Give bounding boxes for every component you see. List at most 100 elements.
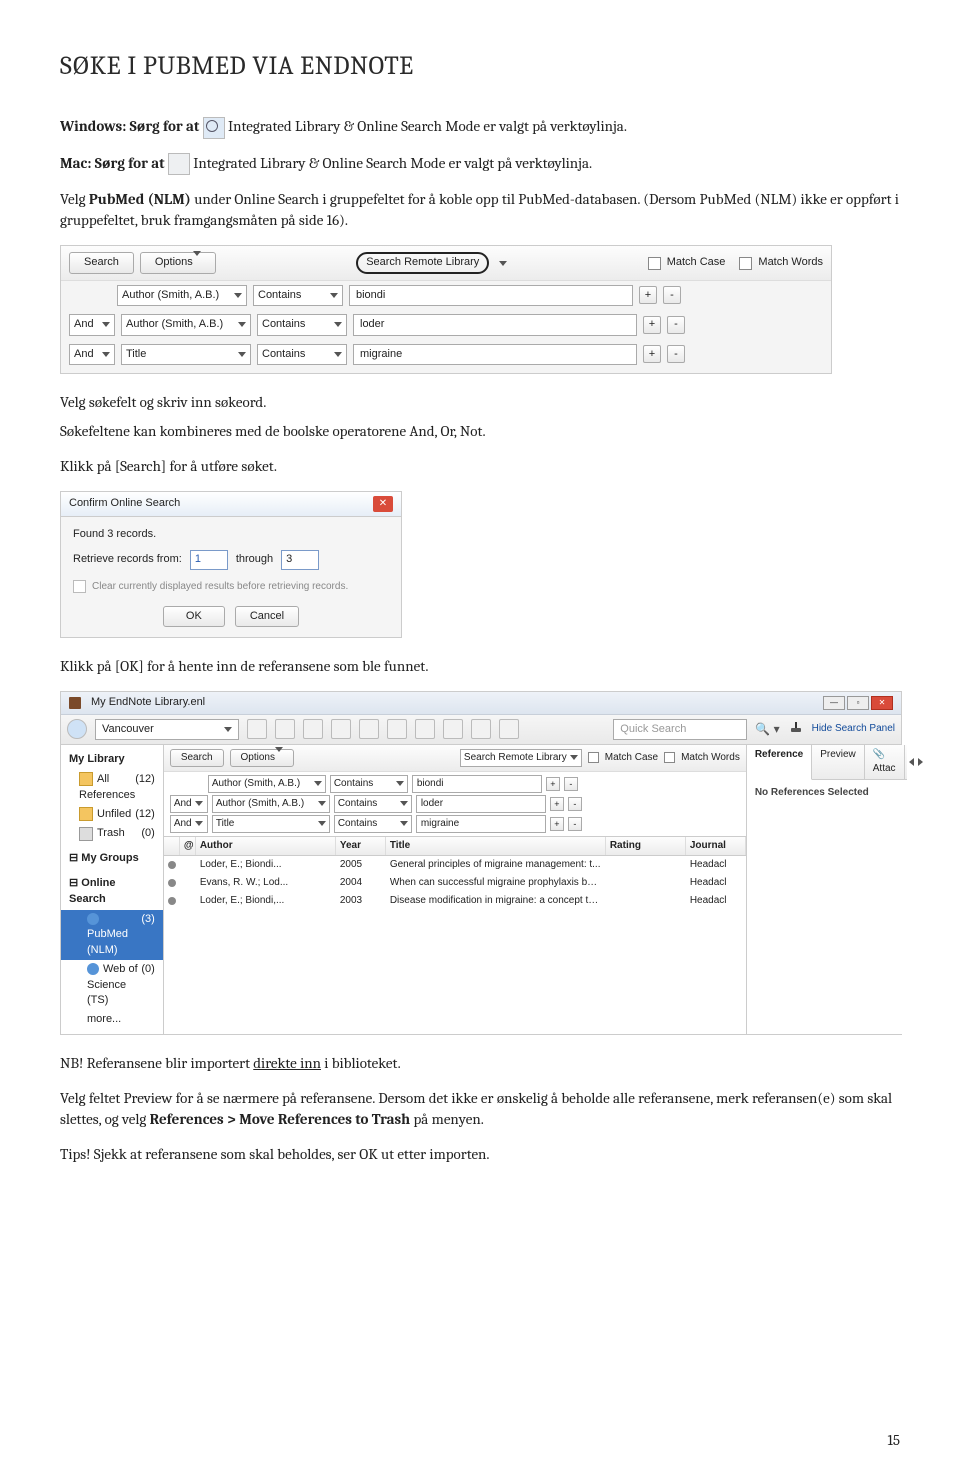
remove-row-button[interactable]: - [667,316,685,334]
toolbar-icon[interactable] [275,719,295,739]
condition-dropdown[interactable]: Contains [330,775,408,793]
sidebar-header-groups: ⊟ My Groups [61,848,163,869]
para-nb: NB! Referansene blir importert direkte i… [60,1053,900,1074]
match-case-checkbox[interactable] [588,752,599,763]
add-row-button[interactable]: + [643,345,661,363]
col-rating[interactable]: Rating [606,837,686,855]
condition-dropdown[interactable]: Contains [257,314,347,335]
globe-icon [87,913,99,925]
search-value-input[interactable]: loder [416,795,546,813]
search-button[interactable]: Search [69,252,134,273]
search-icon[interactable]: 🔍 ▾ [755,721,779,738]
result-row[interactable]: Loder, E.; Biondi,...2003Disease modific… [164,892,746,910]
col-year[interactable]: Year [336,837,386,855]
field-dropdown[interactable]: Author (Smith, A.B.) [212,795,330,813]
toolbar-icon[interactable] [247,719,267,739]
style-dropdown[interactable]: Vancouver [95,719,239,740]
sidebar-item-unfiled[interactable]: Unfiled(12) [61,805,163,824]
match-case-checkbox[interactable] [648,257,661,270]
integrated-mode-windows-icon [203,117,225,139]
label-windows: Windows: Sørg for at [60,117,203,135]
maximize-button[interactable]: ▫ [847,696,869,710]
result-row[interactable]: Loder, E.; Biondi...2005General principl… [164,856,746,874]
field-dropdown[interactable]: Author (Smith, A.B.) [121,314,251,335]
condition-dropdown[interactable]: Contains [334,795,412,813]
remove-row-button[interactable]: - [667,345,685,363]
add-row-button[interactable]: + [550,797,564,811]
toolbar-icon[interactable] [499,719,519,739]
match-words-checkbox[interactable] [664,752,675,763]
options-button[interactable]: Options [230,749,294,767]
hide-search-panel-link[interactable]: Hide Search Panel [812,722,895,736]
tab-reference[interactable]: Reference [747,745,812,780]
remove-row-button[interactable]: - [568,797,582,811]
prev-icon[interactable] [909,758,914,766]
operator-dropdown[interactable]: And [170,815,208,833]
minimize-button[interactable]: — [823,696,845,710]
operator-dropdown[interactable]: And [170,795,208,813]
add-row-button[interactable]: + [546,777,560,791]
search-value-input[interactable]: migraine [353,344,637,365]
caret-icon [102,352,110,357]
search-mode-dropdown[interactable]: Search Remote Library [356,252,489,273]
condition-dropdown[interactable]: Contains [253,285,343,306]
sidebar-item-pubmed[interactable]: PubMed (NLM)(3) [61,910,163,960]
remove-row-button[interactable]: - [568,817,582,831]
quick-search-input[interactable]: Quick Search [613,719,747,740]
match-words-checkbox[interactable] [739,257,752,270]
caret-icon [570,755,578,760]
col-journal[interactable]: Journal [686,837,746,855]
search-value-input[interactable]: biondi [349,285,633,306]
next-icon[interactable] [918,758,923,766]
add-row-button[interactable]: + [550,817,564,831]
add-row-button[interactable]: + [643,316,661,334]
field-dropdown[interactable]: Title [121,344,251,365]
condition-dropdown[interactable]: Contains [257,344,347,365]
toolbar-icon[interactable] [387,719,407,739]
through-input[interactable]: 3 [281,550,319,569]
toolbar-icon[interactable] [471,719,491,739]
integrated-mode-mac-icon [168,153,190,175]
cancel-button[interactable]: Cancel [235,606,299,627]
field-dropdown[interactable]: Author (Smith, A.B.) [117,285,247,306]
caret-icon [224,727,232,732]
clear-results-checkbox[interactable] [73,580,86,593]
mode-icon[interactable] [67,719,87,739]
remove-row-button[interactable]: - [663,286,681,304]
add-row-button[interactable]: + [639,286,657,304]
operator-dropdown[interactable]: And [69,314,115,335]
close-icon[interactable]: ✕ [373,496,393,512]
col-title[interactable]: Title [386,837,606,855]
search-value-input[interactable]: loder [353,314,637,335]
tab-preview[interactable]: Preview [812,745,865,779]
toolbar-icon[interactable] [415,719,435,739]
para-windows-rest: Integrated Library & Online Search Mode … [228,117,627,135]
search-value-input[interactable]: migraine [416,815,546,833]
col-author[interactable]: Author [196,837,336,855]
field-dropdown[interactable]: Title [212,815,330,833]
toolbar-icon[interactable] [359,719,379,739]
operator-dropdown[interactable]: And [69,344,115,365]
caret-icon [193,251,201,268]
search-mode-dropdown[interactable]: Search Remote Library [460,749,582,767]
from-input[interactable]: 1 [190,550,228,569]
close-button[interactable]: ✕ [871,696,893,710]
sidebar-item-all[interactable]: All References(12) [61,770,163,805]
condition-dropdown[interactable]: Contains [334,815,412,833]
search-value-input[interactable]: biondi [412,775,542,793]
remove-row-button[interactable]: - [564,777,578,791]
sidebar-item-wos[interactable]: Web of Science (TS)(0) [61,960,163,1010]
globe-icon [87,963,99,975]
field-dropdown[interactable]: Author (Smith, A.B.) [208,775,326,793]
toolbar-icon[interactable] [443,719,463,739]
sidebar-item-more[interactable]: more... [61,1010,163,1029]
result-row[interactable]: Evans, R. W.; Lod...2004When can success… [164,874,746,892]
toolbar-icon[interactable] [303,719,323,739]
search-button[interactable]: Search [170,749,224,767]
tab-attachments[interactable]: 📎 Attac [865,745,905,779]
toolbar-icon[interactable] [331,719,351,739]
ok-button[interactable]: OK [163,606,225,627]
sidebar-item-trash[interactable]: Trash(0) [61,824,163,843]
options-button[interactable]: Options [140,252,216,273]
pin-icon[interactable] [788,722,804,736]
